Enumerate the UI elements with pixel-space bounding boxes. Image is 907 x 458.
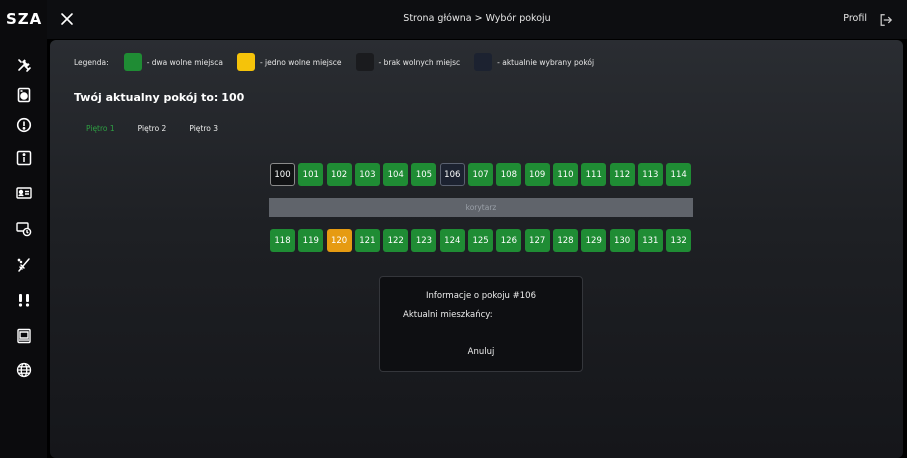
room-111-button[interactable]: 111 [581, 163, 607, 186]
tab-floor-3[interactable]: Piętro 3 [189, 124, 218, 133]
legend-swatch-two-free [123, 53, 142, 71]
washer-icon[interactable] [15, 86, 32, 103]
app-logo: SZA [6, 10, 43, 28]
cancel-button[interactable]: Anuluj [380, 347, 582, 357]
room-131-button[interactable]: 131 [637, 229, 663, 252]
room-108-button[interactable]: 108 [496, 163, 522, 186]
legend-label: Legenda: [74, 57, 109, 67]
room-122-button[interactable]: 122 [383, 229, 409, 252]
info-icon[interactable] [15, 149, 32, 166]
main-panel: Legenda: - dwa wolne miejsca - jedno wol… [50, 40, 903, 458]
room-info-title: Informacje o pokoju #106 [425, 291, 536, 301]
report-icon[interactable] [15, 291, 32, 308]
tab-floor-1[interactable]: Piętro 1 [86, 124, 115, 133]
legend-item: - brak wolnych miejsc [355, 53, 461, 71]
legend-text: - brak wolnych miejsc [378, 57, 461, 67]
alert-icon[interactable] [15, 116, 32, 133]
legend-text: - dwa wolne miejsca [146, 57, 223, 67]
room-residents-label: Aktualni mieszkańcy: [403, 310, 493, 320]
room-104-button[interactable]: 104 [383, 163, 409, 186]
room-113-button[interactable]: 113 [637, 163, 663, 186]
room-123-button[interactable]: 123 [411, 229, 437, 252]
id-card-icon[interactable] [15, 184, 32, 201]
room-130-button[interactable]: 130 [609, 229, 635, 252]
cleaning-icon[interactable] [15, 256, 32, 273]
legend-swatch-full [355, 53, 374, 71]
room-109-button[interactable]: 109 [524, 163, 550, 186]
room-129-button[interactable]: 129 [581, 229, 607, 252]
legend-swatch-selected [474, 53, 493, 71]
breadcrumb: Strona główna > Wybór pokoju [403, 13, 551, 24]
monitor-icon[interactable] [15, 327, 32, 344]
room-112-button[interactable]: 112 [609, 163, 635, 186]
room-127-button[interactable]: 127 [524, 229, 550, 252]
current-room: Twój aktualny pokój to: 100 [74, 91, 247, 104]
legend-text: - jedno wolne miejsce [259, 57, 342, 67]
tab-floor-2[interactable]: Piętro 2 [138, 124, 167, 133]
tools-icon[interactable] [15, 56, 32, 73]
room-125-button[interactable]: 125 [468, 229, 494, 252]
room-106-button[interactable]: 106 [439, 163, 465, 186]
room-107-button[interactable]: 107 [468, 163, 494, 186]
room-132-button[interactable]: 132 [666, 229, 692, 252]
legend-swatch-one-free [236, 53, 255, 71]
logout-icon[interactable] [879, 12, 893, 26]
legend-item: - jedno wolne miejsce [236, 53, 342, 71]
room-128-button[interactable]: 128 [552, 229, 578, 252]
room-info-panel: Informacje o pokoju #106 Aktualni mieszk… [379, 276, 583, 372]
room-121-button[interactable]: 121 [354, 229, 380, 252]
floor-tabs: Piętro 1 Piętro 2 Piętro 3 [86, 124, 241, 133]
profile-link[interactable]: Profil [843, 13, 867, 24]
corridor: korytarz [269, 198, 693, 217]
room-120-button[interactable]: 120 [326, 229, 352, 252]
room-105-button[interactable]: 105 [411, 163, 437, 186]
room-100-button[interactable]: 100 [270, 163, 295, 186]
top-bar: Strona główna > Wybór pokoju Profil [47, 0, 907, 39]
legend-item: - dwa wolne miejsca [123, 53, 223, 71]
payment-icon[interactable] [15, 220, 32, 237]
legend-text: - aktualnie wybrany pokój [497, 57, 595, 67]
room-110-button[interactable]: 110 [552, 163, 578, 186]
room-101-button[interactable]: 101 [298, 163, 324, 186]
legend-item: - aktualnie wybrany pokój [474, 53, 594, 71]
current-room-value: 100 [221, 91, 245, 104]
globe-icon[interactable] [15, 361, 32, 378]
room-126-button[interactable]: 126 [496, 229, 522, 252]
current-room-label: Twój aktualny pokój to: [74, 91, 219, 104]
room-103-button[interactable]: 103 [354, 163, 380, 186]
legend: Legenda: - dwa wolne miejsca - jedno wol… [74, 53, 608, 71]
room-114-button[interactable]: 114 [666, 163, 692, 186]
room-102-button[interactable]: 102 [326, 163, 352, 186]
room-row-lower: 118 119 120 121 122 123 124 125 126 127 128 129 130 1… [270, 229, 694, 252]
room-118-button[interactable]: 118 [270, 229, 295, 252]
room-119-button[interactable]: 119 [298, 229, 324, 252]
room-row-upper: 100 101 102 103 104 105 106 107 108 109 110 111 112 1… [270, 163, 694, 186]
sidebar: SZA [0, 0, 47, 458]
room-124-button[interactable]: 124 [439, 229, 465, 252]
